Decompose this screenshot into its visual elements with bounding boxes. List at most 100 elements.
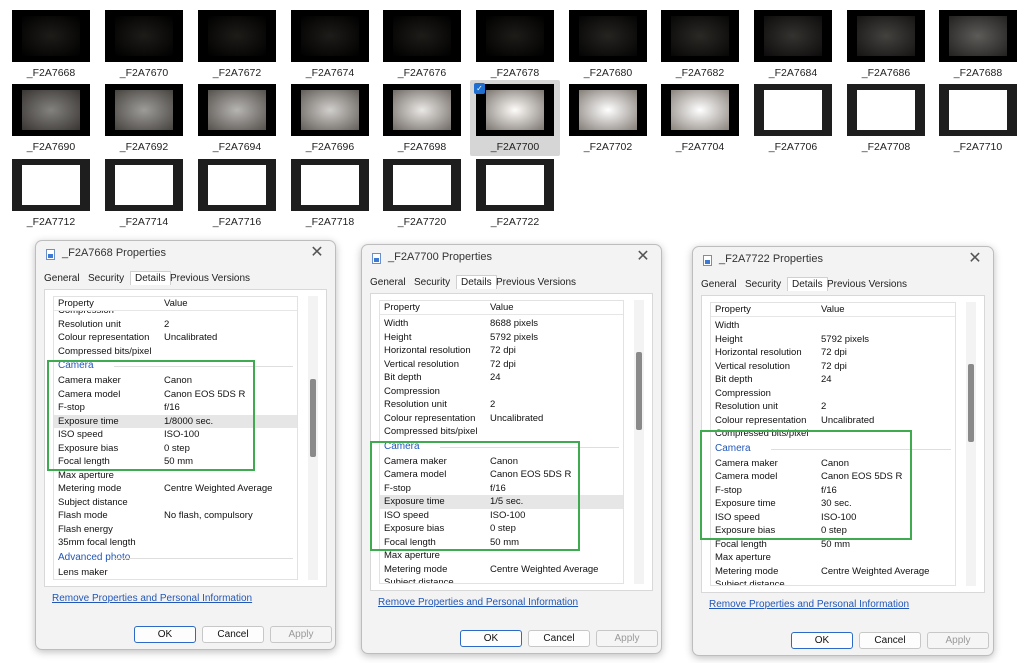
column-value[interactable]: Value	[821, 303, 845, 317]
photo-thumbnail[interactable]: _F2A7718	[291, 159, 369, 228]
photo-thumbnail[interactable]: _F2A7690	[12, 84, 90, 153]
property-row[interactable]: Bit depth 24	[711, 373, 955, 387]
tab-security[interactable]: Security	[414, 277, 450, 288]
property-row[interactable]: Max aperture	[380, 549, 623, 563]
property-row[interactable]: Vertical resolution 72 dpi	[711, 360, 955, 374]
photo-thumbnail[interactable]: _F2A7672	[198, 10, 276, 79]
property-row[interactable]: Compression	[380, 385, 623, 399]
property-row[interactable]: Exposure bias 0 step	[711, 524, 955, 538]
photo-thumbnail[interactable]: _F2A7688	[939, 10, 1017, 79]
dialog-titlebar[interactable]: _F2A7722 Properties ✕	[693, 247, 993, 273]
property-row[interactable]: Colour representation Uncalibrated	[380, 412, 623, 426]
property-row[interactable]: Exposure time 1/5 sec.	[380, 495, 623, 509]
photo-thumbnail[interactable]: _F2A7698	[383, 84, 461, 153]
property-list[interactable]: Property Value Width 8688 pixels Height 5792 …	[379, 300, 624, 584]
scrollbar[interactable]	[966, 302, 976, 586]
property-list[interactable]: Property Value Compression Resolution unit 2…	[53, 296, 298, 580]
property-row[interactable]: ISO speed ISO-100	[711, 511, 955, 525]
property-row[interactable]: Max aperture	[711, 551, 955, 565]
property-row[interactable]: Camera model Canon EOS 5DS R	[711, 470, 955, 484]
property-row[interactable]: Compression	[711, 387, 955, 401]
property-row[interactable]: Subject distance	[54, 496, 297, 510]
property-row[interactable]: Camera maker Canon	[380, 455, 623, 469]
apply-button[interactable]: Apply	[596, 630, 658, 647]
photo-thumbnail[interactable]: _F2A7712	[12, 159, 90, 228]
close-icon[interactable]: ✕	[967, 250, 983, 268]
dialog-titlebar[interactable]: _F2A7668 Properties ✕	[36, 241, 335, 267]
property-row[interactable]: Compressed bits/pixel	[380, 425, 623, 439]
remove-properties-link[interactable]: Remove Properties and Personal Informati…	[52, 593, 252, 604]
scrollbar-thumb[interactable]	[636, 352, 642, 430]
property-row[interactable]: Bit depth 24	[380, 371, 623, 385]
property-row[interactable]: Metering mode Centre Weighted Average	[711, 565, 955, 579]
property-row[interactable]: Flash energy	[54, 523, 297, 537]
property-row[interactable]: F-stop f/16	[54, 401, 297, 415]
tab-general[interactable]: General	[370, 277, 406, 288]
property-row[interactable]: Subject distance	[711, 578, 955, 585]
remove-properties-link[interactable]: Remove Properties and Personal Informati…	[709, 599, 909, 610]
photo-thumbnail[interactable]: _F2A7694	[198, 84, 276, 153]
property-row[interactable]: Colour representation Uncalibrated	[54, 331, 297, 345]
tab-previous-versions[interactable]: Previous Versions	[827, 279, 907, 290]
scrollbar-thumb[interactable]	[310, 379, 316, 457]
photo-thumbnail[interactable]: _F2A7696	[291, 84, 369, 153]
photo-thumbnail[interactable]: _F2A7714	[105, 159, 183, 228]
photo-thumbnail[interactable]: _F2A7708	[847, 84, 925, 153]
tab-details[interactable]: Details	[130, 271, 171, 285]
photo-thumbnail[interactable]: _F2A7704	[661, 84, 739, 153]
photo-thumbnail[interactable]: _F2A7678	[476, 10, 554, 79]
photo-thumbnail[interactable]: ✓ _F2A7700	[470, 80, 560, 156]
property-row[interactable]: Exposure time 30 sec.	[711, 497, 955, 511]
tab-general[interactable]: General	[701, 279, 737, 290]
property-row[interactable]: Resolution unit 2	[380, 398, 623, 412]
property-row[interactable]: Camera model Canon EOS 5DS R	[380, 468, 623, 482]
property-row[interactable]: Compressed bits/pixel	[54, 345, 297, 359]
property-row[interactable]: Exposure time 1/8000 sec.	[54, 414, 297, 428]
property-row[interactable]: Compressed bits/pixel	[711, 427, 955, 441]
property-row[interactable]: ISO speed ISO-100	[54, 428, 297, 442]
tab-previous-versions[interactable]: Previous Versions	[496, 277, 576, 288]
photo-thumbnail[interactable]: _F2A7692	[105, 84, 183, 153]
photo-thumbnail[interactable]: _F2A7706	[754, 84, 832, 153]
property-row[interactable]: Focal length 50 mm	[380, 536, 623, 550]
ok-button[interactable]: OK	[460, 630, 522, 647]
property-row[interactable]: Lens maker	[54, 566, 297, 580]
photo-thumbnail[interactable]: _F2A7670	[105, 10, 183, 79]
property-row[interactable]: F-stop f/16	[380, 482, 623, 496]
property-row[interactable]: Horizontal resolution 72 dpi	[711, 346, 955, 360]
property-row[interactable]: Metering mode Centre Weighted Average	[54, 482, 297, 496]
property-row[interactable]: Resolution unit 2	[711, 400, 955, 414]
cancel-button[interactable]: Cancel	[202, 626, 264, 643]
property-row[interactable]: Camera maker Canon	[711, 457, 955, 471]
property-row[interactable]: Metering mode Centre Weighted Average	[380, 563, 623, 577]
photo-thumbnail[interactable]: _F2A7720	[383, 159, 461, 228]
tab-previous-versions[interactable]: Previous Versions	[170, 273, 250, 284]
cancel-button[interactable]: Cancel	[528, 630, 590, 647]
column-property[interactable]: Property	[58, 297, 94, 311]
photo-thumbnail[interactable]: _F2A7682	[661, 10, 739, 79]
cancel-button[interactable]: Cancel	[859, 632, 921, 649]
apply-button[interactable]: Apply	[270, 626, 332, 643]
property-row[interactable]: Vertical resolution 72 dpi	[380, 358, 623, 372]
photo-thumbnail[interactable]: _F2A7722	[476, 159, 554, 228]
property-row[interactable]: Exposure bias 0 step	[380, 522, 623, 536]
scrollbar[interactable]	[308, 296, 318, 580]
property-row[interactable]: Flash mode No flash, compulsory	[54, 509, 297, 523]
photo-thumbnail[interactable]: _F2A7674	[291, 10, 369, 79]
scrollbar-thumb[interactable]	[968, 364, 974, 442]
photo-thumbnail[interactable]: _F2A7676	[383, 10, 461, 79]
property-row[interactable]: Exposure bias 0 step	[54, 442, 297, 456]
remove-properties-link[interactable]: Remove Properties and Personal Informati…	[378, 597, 578, 608]
checkbox-checked-icon[interactable]: ✓	[474, 83, 485, 94]
photo-thumbnail[interactable]: _F2A7710	[939, 84, 1017, 153]
tab-details[interactable]: Details	[456, 275, 497, 289]
column-property[interactable]: Property	[384, 301, 420, 315]
property-row[interactable]: Camera model Canon EOS 5DS R	[54, 388, 297, 402]
property-list[interactable]: Property Value Width Height 5792 pixels Horiz…	[710, 302, 956, 586]
close-icon[interactable]: ✕	[309, 244, 325, 262]
photo-thumbnail[interactable]: _F2A7702	[569, 84, 647, 153]
property-row[interactable]: Focal length 50 mm	[711, 538, 955, 552]
apply-button[interactable]: Apply	[927, 632, 989, 649]
ok-button[interactable]: OK	[134, 626, 196, 643]
photo-thumbnail[interactable]: _F2A7668	[12, 10, 90, 79]
